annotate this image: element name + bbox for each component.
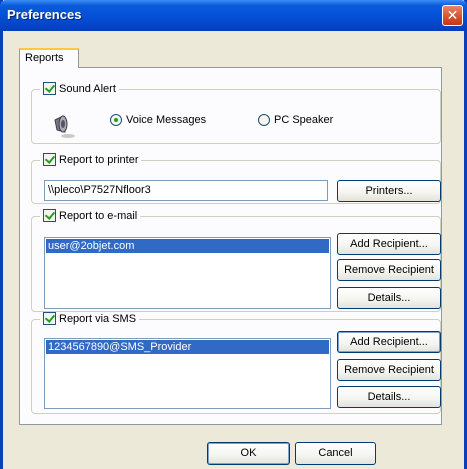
radio-indicator xyxy=(258,114,270,126)
ok-button[interactable]: OK xyxy=(207,442,290,465)
voice-messages-radio[interactable]: Voice Messages xyxy=(110,113,206,127)
tab-reports[interactable]: Reports xyxy=(19,48,79,68)
printer-path-field[interactable]: \\pleco\P7527Nfloor3 xyxy=(44,180,328,201)
sms-checkbox[interactable] xyxy=(43,312,56,325)
printer-checkbox[interactable] xyxy=(43,153,56,166)
sound-alert-legend: Sound Alert xyxy=(40,82,119,95)
sound-alert-label: Sound Alert xyxy=(59,82,116,95)
sms-recipient-list[interactable]: 1234567890@SMS_Provider xyxy=(44,338,331,409)
printer-legend: Report to printer xyxy=(40,153,142,166)
pc-speaker-radio[interactable]: PC Speaker xyxy=(258,113,333,127)
sms-legend: Report via SMS xyxy=(40,312,140,325)
list-item[interactable]: user@2objet.com xyxy=(46,239,329,253)
email-recipient-list[interactable]: user@2objet.com xyxy=(44,237,331,309)
window-title: Preferences xyxy=(7,7,82,22)
email-details-button[interactable]: Details... xyxy=(337,287,441,309)
pc-speaker-label: PC Speaker xyxy=(274,114,334,126)
printers-button[interactable]: Printers... xyxy=(337,180,441,202)
radio-indicator xyxy=(110,114,122,126)
sms-add-recipient-button[interactable]: Add Recipient... xyxy=(337,331,441,353)
sound-alert-checkbox[interactable] xyxy=(43,82,56,95)
email-remove-recipient-button[interactable]: Remove Recipient xyxy=(337,259,441,281)
speaker-icon xyxy=(54,115,75,138)
sms-remove-recipient-button[interactable]: Remove Recipient xyxy=(337,359,441,381)
email-label: Report to e-mail xyxy=(59,209,138,222)
close-button[interactable]: ✕ xyxy=(442,5,463,26)
sms-label: Report via SMS xyxy=(59,312,137,325)
email-checkbox[interactable] xyxy=(43,209,56,222)
close-icon: ✕ xyxy=(446,7,459,23)
tab-label: Reports xyxy=(25,52,64,64)
voice-messages-label: Voice Messages xyxy=(126,114,207,126)
email-add-recipient-button[interactable]: Add Recipient... xyxy=(337,233,441,255)
list-item[interactable]: 1234567890@SMS_Provider xyxy=(46,340,329,354)
printer-label: Report to printer xyxy=(59,153,139,166)
sound-alert-group: Sound Alert xyxy=(31,82,441,144)
title-bar[interactable]: Preferences ✕ xyxy=(0,0,467,31)
cancel-button[interactable]: Cancel xyxy=(295,442,376,465)
email-legend: Report to e-mail xyxy=(40,209,141,222)
sms-details-button[interactable]: Details... xyxy=(337,386,441,408)
